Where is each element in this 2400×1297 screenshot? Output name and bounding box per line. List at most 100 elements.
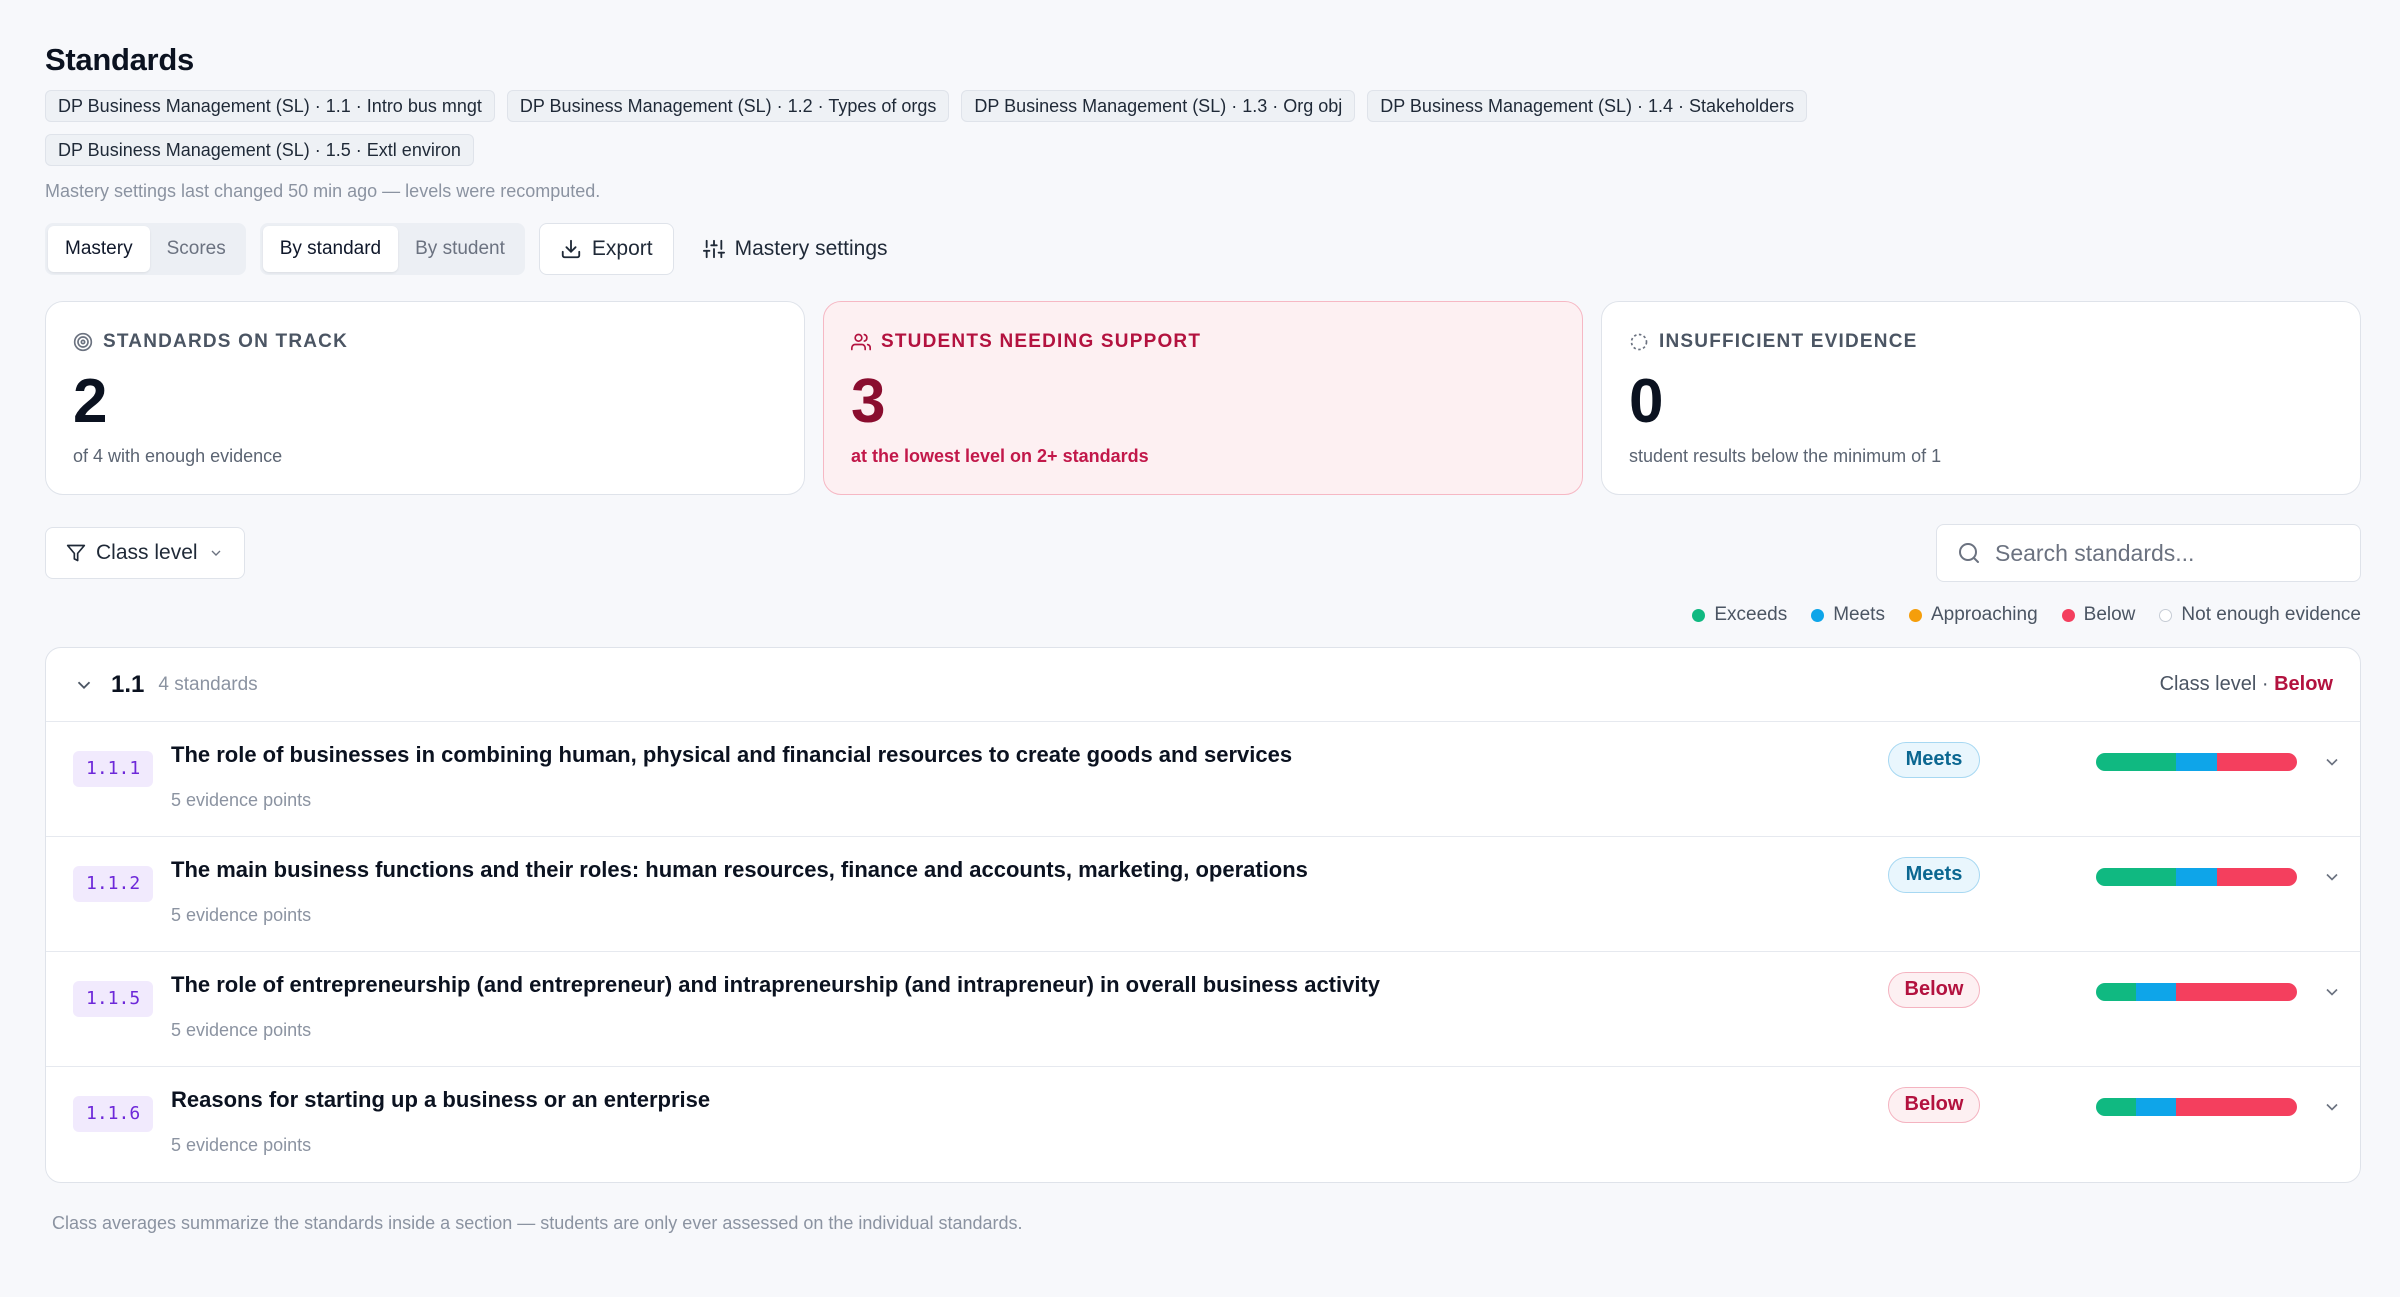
class-level-filter[interactable]: Class level — [45, 527, 245, 579]
on-track-value: 2 — [73, 367, 108, 436]
standards-group: 1.1 4 standards Class level · Below 1.1.… — [45, 647, 2361, 1183]
group-class-level: Class level · Below — [2160, 673, 2333, 696]
search-icon — [1959, 543, 1979, 563]
summary-cards: STANDARDS ON TRACK 2 of 4 with enough ev… — [45, 301, 2361, 495]
mastery-settings-label: Mastery settings — [734, 237, 888, 260]
status-badge: Meets — [1888, 742, 1980, 778]
legend-label: Exceeds — [1714, 604, 1788, 625]
support-label: STUDENTS NEEDING SUPPORT — [881, 331, 1202, 352]
dashed-circle-icon — [1630, 333, 1648, 351]
bar-segment-meets — [2136, 1098, 2177, 1116]
footnote: Class averages summarize the standards i… — [52, 1213, 1023, 1233]
legend: Exceeds Meets Approaching Below Not enou… — [45, 603, 2361, 627]
evidence-count: 5 evidence points — [171, 790, 312, 810]
insufficient-sub: student results below the minimum of 1 — [1629, 446, 1942, 466]
tab-by-student[interactable]: By student — [398, 226, 522, 272]
insufficient-value: 0 — [1629, 367, 1664, 436]
standard-row[interactable]: 1.1.2 The main business functions and th… — [46, 837, 2360, 952]
toolbar: Mastery Scores By standard By student Ex… — [45, 223, 2361, 275]
export-button[interactable]: Export — [538, 223, 674, 275]
chevron-down-icon[interactable] — [73, 674, 95, 696]
course-chip[interactable]: DP Business Management (SL) · 1.2 · Type… — [506, 90, 950, 122]
standards-on-track-card: STANDARDS ON TRACK 2 of 4 with enough ev… — [45, 301, 805, 495]
class-level-value: Below — [2274, 673, 2333, 695]
search-box — [1936, 524, 2361, 582]
standard-code: 1.1.1 — [73, 751, 154, 787]
standard-row[interactable]: 1.1.1 The role of businesses in combinin… — [46, 722, 2360, 837]
legend-item-exceeds: Exceeds — [1692, 604, 1787, 626]
group-code: 1.1 — [111, 670, 145, 698]
legend-item-meets: Meets — [1811, 604, 1885, 626]
tab-by-standard[interactable]: By standard — [262, 226, 399, 272]
export-label: Export — [591, 237, 653, 260]
bar-segment-below — [2216, 753, 2297, 771]
card-label: STANDARDS ON TRACK — [73, 330, 777, 354]
card-label: INSUFFICIENT EVIDENCE — [1629, 330, 2333, 354]
filter-icon — [66, 544, 86, 562]
group-header[interactable]: 1.1 4 standards Class level · Below — [46, 648, 2360, 722]
chevron-down-icon[interactable] — [2322, 982, 2342, 1002]
standard-title: The main business functions and their ro… — [171, 857, 1308, 882]
legend-label: Not enough evidence — [2181, 604, 2361, 625]
on-track-sub: of 4 with enough evidence — [73, 446, 283, 466]
view-mode-toggle: Mastery Scores — [45, 223, 246, 275]
legend-dot — [2061, 608, 2075, 622]
course-chips: DP Business Management (SL) · 1.1 · Intr… — [45, 90, 1995, 166]
legend-label: Below — [2083, 604, 2136, 625]
chevron-down-icon[interactable] — [2322, 1097, 2342, 1117]
legend-item-not-enough-evidence: Not enough evidence — [2159, 604, 2361, 626]
legend-dot — [1908, 608, 1922, 622]
bar-segment-exceeds — [2096, 983, 2137, 1001]
status-badge: Below — [1888, 1087, 1980, 1123]
students-needing-support-card[interactable]: STUDENTS NEEDING SUPPORT 3 at the lowest… — [823, 301, 1583, 495]
bar-segment-below — [2216, 868, 2297, 886]
standard-title: The role of entrepreneurship (and entrep… — [171, 972, 1381, 997]
bar-segment-meets — [2176, 868, 2217, 886]
tab-mastery[interactable]: Mastery — [48, 226, 150, 272]
support-value: 3 — [851, 367, 886, 436]
filter-row: Class level — [45, 524, 2361, 582]
download-icon — [561, 239, 581, 259]
legend-dot — [1692, 608, 1706, 622]
evidence-count: 5 evidence points — [171, 905, 312, 925]
chevron-down-icon[interactable] — [2322, 752, 2342, 772]
course-chip[interactable]: DP Business Management (SL) · 1.3 · Org … — [961, 90, 1356, 122]
target-icon — [73, 332, 93, 352]
recompute-note: Mastery settings last changed 50 min ago… — [45, 181, 601, 201]
users-icon — [851, 333, 871, 351]
status-badge: Meets — [1888, 857, 1980, 893]
standards-page: Standards DP Business Management (SL) · … — [45, 38, 2361, 1234]
standard-title: Reasons for starting up a business or an… — [171, 1087, 711, 1112]
bar-segment-exceeds — [2096, 1098, 2137, 1116]
mastery-settings-button[interactable]: Mastery settings — [688, 223, 903, 275]
distribution-bar — [2096, 868, 2297, 886]
standard-code: 1.1.6 — [73, 1096, 154, 1132]
standard-row[interactable]: 1.1.6 Reasons for starting up a business… — [46, 1067, 2360, 1182]
sliders-icon — [702, 239, 725, 259]
insufficient-evidence-card: INSUFFICIENT EVIDENCE 0 student results … — [1601, 301, 2361, 495]
bar-segment-exceeds — [2096, 868, 2177, 886]
course-chip[interactable]: DP Business Management (SL) · 1.1 · Intr… — [45, 90, 495, 122]
course-chip[interactable]: DP Business Management (SL) · 1.4 · Stak… — [1367, 90, 1808, 122]
bar-segment-meets — [2176, 753, 2217, 771]
chevron-down-icon[interactable] — [2322, 867, 2342, 887]
chevron-down-icon — [211, 550, 221, 556]
legend-dot — [2159, 608, 2173, 622]
course-chip[interactable]: DP Business Management (SL) · 1.5 · Extl… — [45, 134, 474, 166]
search-input[interactable] — [1995, 539, 2340, 567]
legend-item-approaching: Approaching — [1908, 604, 2038, 626]
evidence-count: 5 evidence points — [171, 1020, 312, 1040]
tab-scores[interactable]: Scores — [150, 226, 243, 272]
legend-item-below: Below — [2061, 604, 2136, 626]
status-badge: Below — [1888, 972, 1980, 1008]
distribution-bar — [2096, 1098, 2297, 1116]
legend-dot — [1811, 608, 1825, 622]
standard-title: The role of businesses in combining huma… — [171, 742, 1293, 767]
bar-segment-below — [2176, 983, 2297, 1001]
standard-row[interactable]: 1.1.5 The role of entrepreneurship (and … — [46, 952, 2360, 1067]
group-count: 4 standards — [158, 673, 258, 695]
on-track-label: STANDARDS ON TRACK — [103, 331, 349, 352]
class-level-text: Class level · — [2159, 673, 2269, 695]
standard-code: 1.1.5 — [73, 981, 154, 1017]
class-level-label: Class level — [96, 541, 198, 564]
